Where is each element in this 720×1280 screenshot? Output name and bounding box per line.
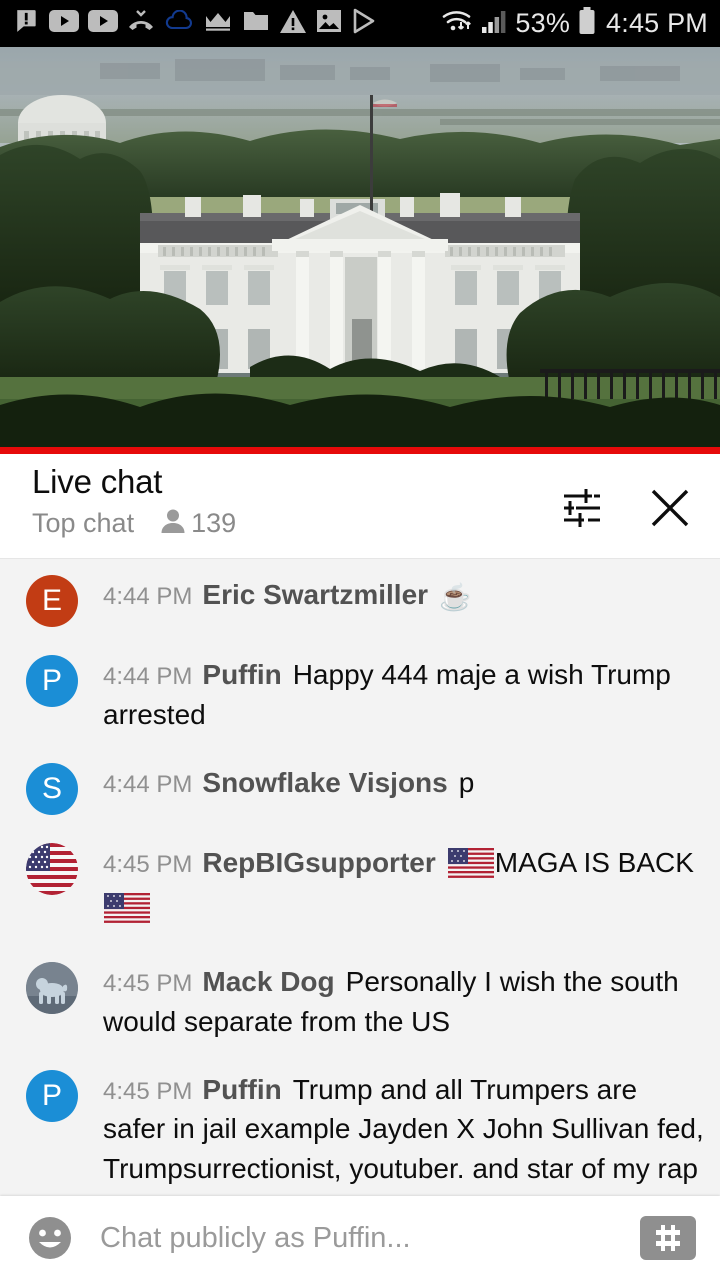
message-author[interactable]: RepBIGsupporter	[202, 847, 435, 878]
video-player[interactable]	[0, 47, 720, 452]
message-text: Trump and all Trumpers are safer in jail…	[103, 1073, 704, 1197]
video-progress-bar[interactable]	[0, 447, 720, 454]
coffee-emoji: ☕	[439, 582, 472, 612]
chat-subheader: Top chat 139	[32, 507, 558, 540]
chat-message[interactable]: S 4:44 PM Snowflake Visjons p	[0, 747, 720, 827]
white-house-video-frame	[0, 47, 720, 452]
cloud-icon	[164, 9, 194, 37]
chat-message-body: 4:44 PM Puffin Happy 444 maje a wish Trump…	[103, 653, 704, 735]
warning-triangle-icon	[279, 9, 307, 39]
message-text: p	[458, 766, 475, 798]
message-text: MAGA IS BACK	[494, 846, 694, 878]
youtube-live-chat-screen: 53% 4:45 PM Live chat Top chat 139 E 4:4…	[0, 0, 720, 1280]
live-chat-message-list[interactable]: E 4:44 PM Eric Swartzmiller ☕ P 4:44 PM Puf…	[0, 559, 720, 1196]
close-icon[interactable]	[646, 484, 694, 537]
battery-icon	[578, 7, 596, 40]
status-notification-icons	[14, 8, 441, 39]
chat-header-titles: Live chat Top chat 139	[32, 463, 558, 540]
message-author[interactable]: Puffin	[202, 659, 281, 690]
emoji-smiley-icon[interactable]	[26, 1214, 74, 1262]
message-timestamp: 4:44 PM	[103, 583, 193, 610]
android-status-bar: 53% 4:45 PM	[0, 0, 720, 47]
us-flag-emoji	[104, 893, 150, 934]
status-clock-label: 4:45 PM	[606, 8, 708, 38]
image-icon	[316, 8, 342, 39]
avatar-letter: P	[41, 664, 62, 697]
missed-call-icon	[127, 8, 155, 39]
crown-icon	[203, 10, 233, 37]
us-flag-emoji	[447, 847, 494, 889]
dollar-superchat-icon[interactable]	[640, 1216, 696, 1260]
message-timestamp: 4:44 PM	[103, 770, 193, 798]
chat-message[interactable]: P 4:44 PM Puffin Happy 444 maje a wish Tru…	[0, 639, 720, 747]
avatar[interactable]: E	[26, 575, 78, 627]
cellular-signal-icon	[481, 8, 509, 39]
us-flag-avatar-image	[26, 842, 78, 895]
dog-avatar-image	[26, 962, 78, 1014]
chat-input[interactable]	[100, 1221, 626, 1255]
avatar[interactable]: P	[26, 1069, 78, 1122]
chat-message[interactable]: 4:45 PM Mack Dog Personally I wish the sou…	[0, 946, 720, 1054]
avatar[interactable]: P	[26, 655, 78, 707]
message-author[interactable]: Snowflake Visjons	[202, 767, 447, 798]
chat-header-actions	[558, 484, 694, 537]
page-title: Live chat	[32, 463, 163, 500]
viewer-count-label: 139	[191, 508, 237, 539]
tune-filter-icon[interactable]	[558, 485, 604, 536]
message-timestamp: 4:44 PM	[103, 663, 193, 690]
message-alert-icon	[14, 8, 40, 39]
chat-message[interactable]: E 4:44 PM Eric Swartzmiller ☕	[0, 559, 720, 639]
youtube-icon	[88, 10, 118, 37]
chat-message-body: 4:44 PM Snowflake Visjons p	[103, 761, 704, 803]
chat-message[interactable]: 4:45 PM RepBIGsupporter MAGA IS BACK	[0, 827, 720, 947]
chat-message-body: 4:45 PM Puffin Trump and all Trumpers are …	[103, 1068, 704, 1197]
chat-message[interactable]: P 4:45 PM Puffin Trump and all Trumpers ar…	[0, 1054, 720, 1197]
chat-mode-label[interactable]: Top chat	[32, 508, 134, 539]
avatar-letter: S	[41, 771, 62, 805]
message-author[interactable]: Eric Swartzmiller	[202, 579, 428, 610]
live-chat-header: Live chat Top chat 139	[0, 454, 720, 559]
message-author[interactable]: Mack Dog	[202, 966, 334, 997]
message-timestamp: 4:45 PM	[103, 850, 193, 878]
battery-percent-label: 53%	[515, 8, 571, 38]
status-system-icons: 53% 4:45 PM	[441, 7, 708, 40]
youtube-icon	[49, 10, 79, 37]
avatar[interactable]	[26, 962, 78, 1014]
message-timestamp: 4:45 PM	[103, 970, 193, 997]
avatar[interactable]: S	[26, 762, 78, 815]
play-store-icon	[351, 8, 377, 39]
chat-input-bar	[0, 1196, 720, 1280]
message-author[interactable]: Puffin	[202, 1074, 281, 1105]
folder-icon	[242, 9, 270, 38]
chat-message-body: 4:45 PM RepBIGsupporter MAGA IS BACK	[103, 841, 704, 935]
avatar[interactable]	[26, 842, 78, 895]
wifi-transfer-icon	[441, 7, 475, 40]
avatar-letter: E	[41, 584, 62, 617]
chat-message-body: 4:44 PM Eric Swartzmiller ☕	[103, 573, 704, 616]
message-timestamp: 4:45 PM	[103, 1077, 193, 1105]
avatar-letter: P	[41, 1078, 62, 1112]
person-icon	[160, 507, 186, 540]
chat-message-body: 4:45 PM Mack Dog Personally I wish the sou…	[103, 960, 704, 1042]
